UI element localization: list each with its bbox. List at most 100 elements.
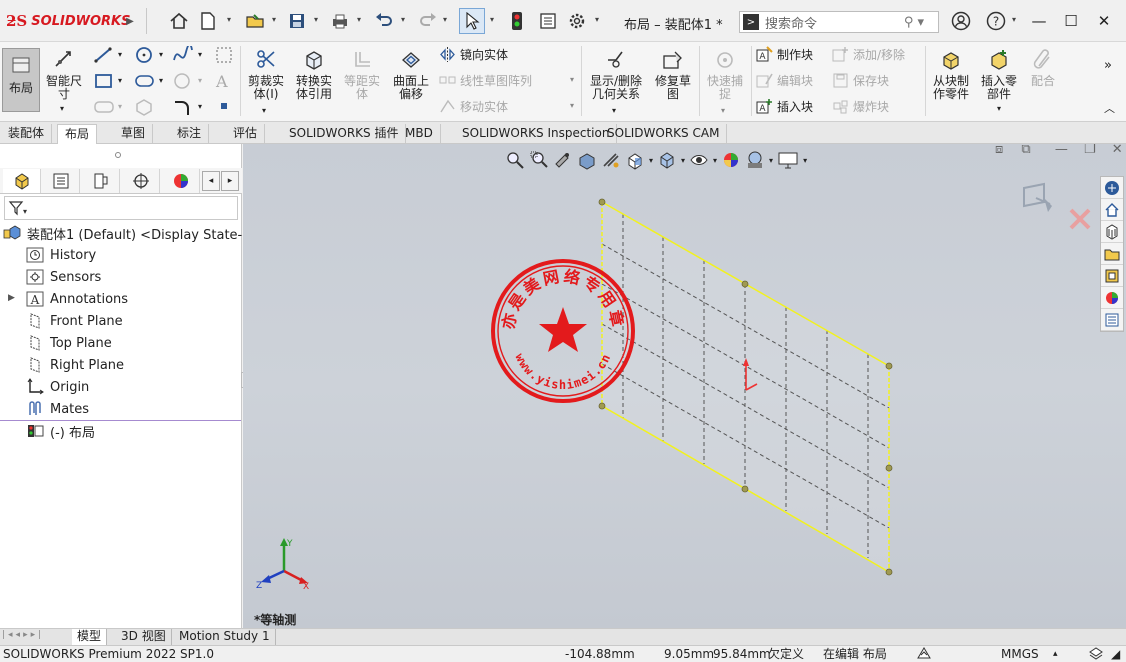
layout-sketch-canvas[interactable] bbox=[243, 144, 1126, 628]
print-icon[interactable] bbox=[329, 10, 351, 32]
edit-block-button[interactable]: 编辑块 bbox=[756, 72, 813, 89]
panel-handle-icon[interactable] bbox=[115, 152, 121, 158]
convert-entities-button[interactable]: 转换实 体引用 bbox=[291, 48, 337, 101]
tab-model[interactable]: 模型 bbox=[72, 629, 108, 646]
spline-tool-icon[interactable] bbox=[172, 46, 194, 64]
expand-menu-icon[interactable]: ▶ bbox=[124, 10, 136, 32]
fillet-dropdown-icon[interactable]: ▾ bbox=[118, 102, 122, 111]
tab-display-manager[interactable] bbox=[162, 169, 200, 193]
tab-sketch[interactable]: 草图 bbox=[114, 124, 154, 144]
slot-tool-icon[interactable] bbox=[134, 72, 156, 90]
rebuild-status-icon[interactable] bbox=[916, 646, 932, 662]
home-icon[interactable] bbox=[168, 10, 190, 32]
open-dropdown-icon[interactable]: ▾ bbox=[272, 15, 280, 25]
tree-item-front-plane[interactable]: Front Plane bbox=[26, 310, 123, 332]
blocks-dropdown-icon[interactable]: ▾ bbox=[997, 104, 1001, 113]
smart-dimension-button[interactable]: 智能尺 寸 bbox=[44, 48, 84, 101]
tab-markup[interactable]: 标注 bbox=[170, 124, 210, 144]
mirror-entities-button[interactable]: 镜向实体 bbox=[439, 46, 508, 63]
search-commands-input[interactable]: > 搜索命令 ⚲ ▾ bbox=[739, 11, 939, 33]
relations-dropdown-icon[interactable]: ▾ bbox=[612, 106, 616, 115]
maximize-icon[interactable]: ☐ bbox=[1058, 8, 1084, 34]
minimize-icon[interactable]: — bbox=[1026, 8, 1052, 34]
help-icon[interactable]: ? bbox=[983, 8, 1009, 34]
text-tool-icon[interactable]: A bbox=[216, 72, 228, 91]
mate-button[interactable]: 配合 bbox=[1025, 48, 1061, 88]
select-dropdown-icon[interactable]: ▾ bbox=[490, 15, 498, 25]
tree-item-sensors[interactable]: Sensors bbox=[26, 266, 101, 288]
help-dropdown-icon[interactable]: ▾ bbox=[1012, 15, 1020, 25]
status-more-icon[interactable]: ◢ bbox=[1111, 646, 1120, 662]
expand-annotations-icon[interactable]: ▶ bbox=[8, 293, 15, 303]
select-cursor-icon[interactable] bbox=[459, 8, 485, 34]
save-dropdown-icon[interactable]: ▾ bbox=[314, 15, 322, 25]
tree-item-top-plane[interactable]: Top Plane bbox=[26, 332, 112, 354]
smart-dim-dropdown-icon[interactable]: ▾ bbox=[60, 104, 64, 113]
insert-component-button[interactable]: 插入零 部件 bbox=[977, 48, 1021, 101]
tree-item-annotations[interactable]: A Annotations bbox=[26, 288, 128, 310]
spline-dropdown-icon[interactable]: ▾ bbox=[198, 50, 202, 59]
search-icon[interactable]: ⚲ ▾ bbox=[904, 15, 924, 30]
tab-feature-manager[interactable] bbox=[3, 169, 41, 193]
quick-snaps-button[interactable]: 快速捕 捉 bbox=[703, 48, 747, 101]
trim-entities-button[interactable]: 剪裁实 体(I) bbox=[244, 48, 288, 101]
tabs-scroll-left-icon[interactable]: ◂ bbox=[202, 171, 220, 191]
undo-icon[interactable] bbox=[373, 10, 395, 32]
tree-item-history[interactable]: History bbox=[26, 244, 96, 266]
point-tool-icon[interactable] bbox=[221, 103, 227, 109]
move-dropdown-icon[interactable]: ▾ bbox=[570, 101, 574, 110]
move-entities-button[interactable]: 移动实体 bbox=[439, 98, 508, 115]
rectangle-dropdown-icon[interactable]: ▾ bbox=[118, 76, 122, 85]
add-remove-block-button[interactable]: 添加/移除 bbox=[832, 46, 905, 63]
tree-item-right-plane[interactable]: Right Plane bbox=[26, 354, 124, 376]
tab-assembly[interactable]: 装配体 bbox=[1, 124, 53, 144]
offset-entities-button[interactable]: 等距实 体 bbox=[340, 48, 384, 101]
new-dropdown-icon[interactable]: ▾ bbox=[227, 15, 235, 25]
tab-configuration-manager[interactable] bbox=[82, 169, 120, 193]
arc-tool-icon[interactable] bbox=[172, 98, 194, 116]
line-tool-icon[interactable] bbox=[93, 46, 115, 64]
circle-dropdown-icon[interactable]: ▾ bbox=[159, 50, 163, 59]
linear-sketch-pattern-button[interactable]: 线性草图阵列 bbox=[439, 72, 532, 89]
tab-dimxpert-manager[interactable] bbox=[122, 169, 160, 193]
polygon-dropdown-icon[interactable]: ▾ bbox=[198, 76, 202, 85]
trim-dropdown-icon[interactable]: ▾ bbox=[262, 106, 266, 115]
tree-root-assembly[interactable]: 装配体1 (Default) <Display State-1> bbox=[3, 222, 261, 244]
display-delete-relations-button[interactable]: 显示/删除 几何关系 bbox=[586, 48, 646, 101]
status-tooltip-icon[interactable] bbox=[1088, 646, 1104, 662]
rectangle-tool-icon[interactable] bbox=[93, 72, 115, 90]
make-block-button[interactable]: A 制作块 bbox=[756, 46, 813, 63]
repair-sketch-button[interactable]: 修复草 图 bbox=[651, 48, 695, 101]
arc-dropdown-icon[interactable]: ▾ bbox=[198, 102, 202, 111]
save-block-button[interactable]: 保存块 bbox=[832, 72, 889, 89]
quick-snap-dropdown-icon[interactable]: ▾ bbox=[721, 106, 725, 115]
collapse-ribbon-icon[interactable]: ︿ bbox=[1104, 100, 1115, 116]
tree-item-layout[interactable]: (-) 布局 bbox=[26, 420, 95, 442]
explode-block-button[interactable]: 爆炸块 bbox=[832, 98, 889, 115]
line-dropdown-icon[interactable]: ▾ bbox=[118, 50, 122, 59]
tab-solidworks-addins[interactable]: SOLIDWORKS 插件 bbox=[282, 124, 407, 144]
tab-evaluate[interactable]: 评估 bbox=[226, 124, 266, 144]
tree-filter-input[interactable]: ▾ bbox=[4, 196, 238, 220]
tab-motion-study[interactable]: Motion Study 1 bbox=[174, 629, 276, 646]
new-document-icon[interactable] bbox=[197, 10, 219, 32]
tab-property-manager[interactable] bbox=[42, 169, 80, 193]
make-part-from-block-button[interactable]: 从块制 作零件 bbox=[929, 48, 973, 101]
tab-scroll-arrows-icon[interactable]: |◂◂▸▸| bbox=[2, 630, 44, 640]
graphics-area[interactable]: ▾ ▾ ▾ ▾ ▾ ⧈ ⧉ — ❐ ✕ Y X Z *等轴测 bbox=[243, 144, 1126, 628]
tree-item-mates[interactable]: Mates bbox=[26, 398, 89, 420]
options-dropdown-icon[interactable]: ▾ bbox=[595, 15, 603, 25]
polygon-tool-icon[interactable] bbox=[172, 72, 194, 90]
redo-dropdown-icon[interactable]: ▾ bbox=[443, 15, 451, 25]
offset-on-surface-button[interactable]: 曲面上 偏移 bbox=[389, 48, 433, 101]
tab-layout[interactable]: 布局 bbox=[57, 124, 98, 144]
ribbon-more-icon[interactable]: » bbox=[1104, 58, 1112, 73]
tab-solidworks-cam[interactable]: SOLIDWORKS CAM bbox=[600, 124, 728, 144]
file-properties-icon[interactable] bbox=[537, 10, 559, 32]
rebuild-traffic-light-icon[interactable] bbox=[506, 10, 528, 32]
print-dropdown-icon[interactable]: ▾ bbox=[357, 15, 365, 25]
unit-system[interactable]: MMGS bbox=[1001, 646, 1039, 662]
tabs-scroll-right-icon[interactable]: ▸ bbox=[221, 171, 239, 191]
tab-mbd[interactable]: MBD bbox=[398, 124, 441, 144]
user-account-icon[interactable] bbox=[948, 8, 974, 34]
